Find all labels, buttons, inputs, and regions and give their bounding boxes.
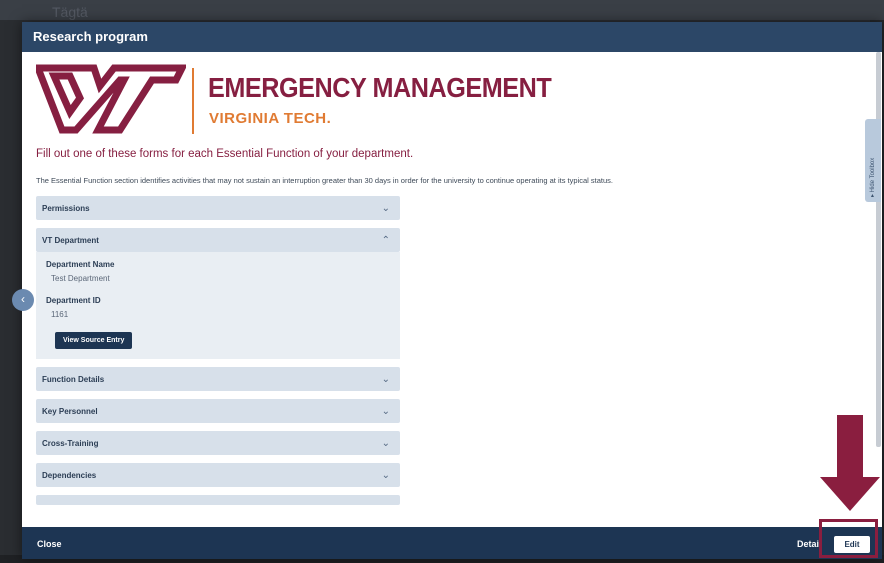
edit-highlight-box — [819, 519, 878, 558]
details-button[interactable]: Details — [797, 539, 819, 549]
modal-footer: Close Details Edit — [22, 527, 882, 559]
chevron-down-icon: ⌄ — [381, 437, 390, 449]
section-label: VT Department — [42, 235, 99, 245]
section-label: Permissions — [42, 203, 90, 213]
chevron-down-icon: ⌄ — [381, 405, 390, 417]
section-label: Cross-Training — [42, 438, 99, 448]
hide-toolbox-label: ▸ Hide Toolbox — [870, 157, 876, 197]
close-button[interactable]: Close — [37, 539, 62, 549]
section-key-personnel: Key Personnel ⌄ — [36, 399, 400, 423]
section-header-vt-department[interactable]: VT Department ⌃ — [36, 228, 400, 252]
vt-emergency-management-logo: EMERGENCY MANAGEMENT VIRGINIA TECH. — [36, 64, 552, 134]
section-cross-training: Cross-Training ⌄ — [36, 431, 400, 455]
logo-subtitle: VIRGINIA TECH. — [209, 110, 332, 127]
chevron-down-icon: ⌄ — [381, 202, 390, 214]
modal-title: Research program — [22, 22, 882, 52]
modal-body: EMERGENCY MANAGEMENT VIRGINIA TECH. Fill… — [22, 52, 882, 527]
department-name-label: Department Name — [46, 260, 115, 269]
collapse-left-panel-button[interactable]: ‹ — [12, 289, 34, 311]
section-header-permissions[interactable]: Permissions ⌄ — [36, 196, 400, 220]
chevron-down-icon: ⌄ — [381, 373, 390, 385]
chevron-left-icon: ‹ — [21, 292, 25, 306]
section-vt-department: VT Department ⌃ Department Name Test Dep… — [36, 228, 400, 359]
form-description: The Essential Function section identifie… — [36, 176, 613, 185]
department-name-value: Test Department — [51, 274, 110, 283]
view-source-entry-button[interactable]: View Source Entry — [55, 332, 133, 349]
chevron-down-icon: ⌄ — [381, 469, 390, 481]
form-sections: Permissions ⌄ VT Department ⌃ Department… — [36, 196, 400, 505]
modal-scrollbar[interactable] — [876, 52, 881, 447]
section-body-vt-department: Department Name Test Department Departme… — [36, 252, 400, 359]
section-label: Key Personnel — [42, 406, 98, 416]
section-label: Function Details — [42, 374, 105, 384]
section-dependencies: Dependencies ⌄ — [36, 463, 400, 487]
logo-title: EMERGENCY MANAGEMENT — [208, 72, 552, 103]
section-label: Dependencies — [42, 470, 97, 480]
hide-toolbox-tab[interactable]: ▸ Hide Toolbox — [865, 119, 881, 202]
section-header-partial[interactable] — [36, 495, 400, 505]
department-id-label: Department ID — [46, 296, 101, 305]
section-header-cross-training[interactable]: Cross-Training ⌄ — [36, 431, 400, 455]
section-permissions: Permissions ⌄ — [36, 196, 400, 220]
section-header-key-personnel[interactable]: Key Personnel ⌄ — [36, 399, 400, 423]
department-id-value: 1161 — [51, 310, 69, 319]
form-intro: Fill out one of these forms for each Ess… — [36, 148, 414, 160]
chevron-up-icon: ⌃ — [381, 234, 390, 246]
section-function-details: Function Details ⌄ — [36, 367, 400, 391]
section-header-function-details[interactable]: Function Details ⌄ — [36, 367, 400, 391]
research-program-modal: Research program EMERGENCY MANAGEMENT VI… — [22, 22, 882, 559]
background-app-text: Tägtä — [52, 4, 88, 20]
section-header-dependencies[interactable]: Dependencies ⌄ — [36, 463, 400, 487]
down-arrow-icon — [820, 415, 880, 511]
logo-divider — [192, 68, 194, 134]
vt-logo-icon — [36, 64, 186, 134]
background-app-bar: Tägtä — [0, 0, 884, 20]
